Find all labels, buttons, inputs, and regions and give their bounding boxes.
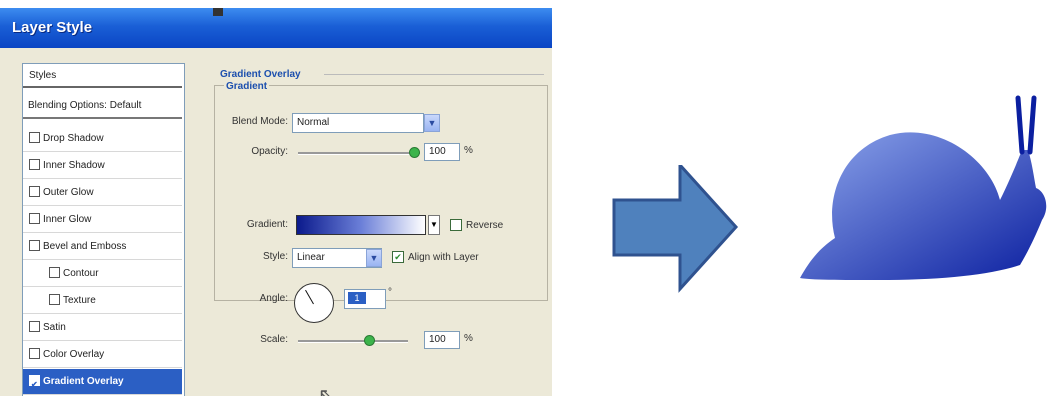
style-item[interactable]: Satin [23,315,182,341]
style-item-checkbox[interactable] [29,131,40,143]
opacity-label: Opacity: [251,146,288,157]
arrow-shape [612,165,739,293]
style-item-label: Texture [63,295,96,306]
reverse-label: Reverse [466,220,504,231]
angle-unit: ° [388,287,392,298]
angle-label: Angle: [259,293,288,304]
style-item[interactable]: Texture [23,288,182,314]
snail-illustration [800,95,1047,280]
gradient-preview[interactable] [296,215,426,235]
style-item-label: Color Overlay [43,349,105,360]
style-item[interactable]: Drop Shadow [23,126,182,152]
scale-label: Scale: [260,334,288,345]
style-item-label: Contour [63,268,99,279]
dialog-title-bar[interactable]: Layer Style [0,8,552,48]
group-title: Gradient [224,81,270,92]
style-item[interactable]: Inner Glow [23,207,182,233]
section-divider [324,74,544,75]
opacity-unit: % [464,145,473,156]
style-item-checkbox[interactable] [49,293,60,305]
style-item-checkbox[interactable] [49,266,60,278]
style-item[interactable]: Color Overlay [23,342,182,368]
style-item[interactable]: Inner Shadow [23,153,182,179]
angle-value: 1 [348,292,366,304]
reverse-checkbox[interactable] [450,219,462,231]
style-label: Style: [262,251,288,262]
angle-needle [305,289,314,305]
opacity-slider[interactable] [298,152,420,155]
gradient-overlay-panel: Gradient Overlay Gradient Blend Mode: No… [204,63,552,396]
layer-style-dialog: Layer Style Styles Blending Options: Def… [0,8,552,396]
blend-mode-select[interactable]: Normal [292,113,424,133]
opacity-input[interactable]: 100 [424,143,460,161]
opacity-slider-handle[interactable] [409,147,420,158]
scale-slider[interactable] [298,340,408,343]
section-title: Gradient Overlay [220,69,301,80]
style-item[interactable]: Gradient Overlay [23,369,182,395]
style-item[interactable]: Bevel and Emboss [23,234,182,260]
window-edge [213,8,223,16]
style-item-checkbox[interactable] [29,320,40,332]
scale-slider-handle[interactable] [364,335,375,346]
style-item-checkbox[interactable] [29,158,40,170]
style-item[interactable]: Outer Glow [23,180,182,206]
style-item-label: Inner Glow [43,214,92,225]
right-arrow-icon [612,165,739,293]
gradient-label: Gradient: [246,219,288,230]
snail-shape [800,95,1047,280]
style-item-label: Satin [43,322,66,333]
dialog-title: Layer Style [12,19,93,36]
align-with-layer-checkbox[interactable]: ✔ [392,251,404,263]
style-item[interactable]: Contour [23,261,182,287]
style-item-label: Gradient Overlay [43,376,124,387]
style-item-checkbox[interactable] [29,347,40,359]
blending-options-item[interactable]: Blending Options: Default [23,93,182,119]
style-item-label: Outer Glow [43,187,94,198]
chevron-down-icon[interactable]: ▼ [366,249,382,267]
styles-header[interactable]: Styles [23,64,182,88]
scale-input[interactable]: 100 [424,331,460,349]
style-item-label: Inner Shadow [43,160,105,171]
style-item-checkbox[interactable] [29,239,40,251]
angle-dial[interactable] [294,283,334,323]
style-item-checkbox[interactable] [29,212,40,224]
style-item-label: Bevel and Emboss [43,241,127,252]
angle-input[interactable]: 1 [344,289,386,309]
blend-mode-label: Blend Mode: [231,116,288,127]
style-item-checkbox[interactable] [29,374,40,386]
mouse-cursor-icon: ⇖ [318,385,335,396]
style-item-label: Drop Shadow [43,133,104,144]
scale-unit: % [464,333,473,344]
styles-list: Styles Blending Options: Default Drop Sh… [22,63,185,396]
align-with-layer-label: Align with Layer [408,252,479,263]
chevron-down-icon[interactable]: ▼ [428,215,440,235]
chevron-down-icon[interactable]: ▼ [424,114,440,132]
style-item-checkbox[interactable] [29,185,40,197]
